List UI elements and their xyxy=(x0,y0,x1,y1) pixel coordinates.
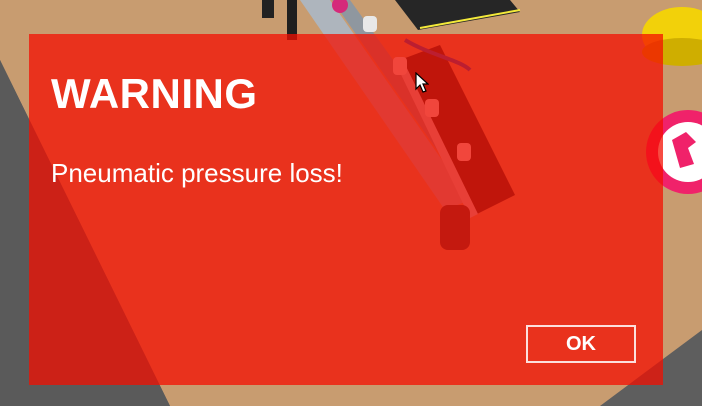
ok-button[interactable]: OK xyxy=(526,325,636,363)
dialog-message: Pneumatic pressure loss! xyxy=(51,158,343,188)
mouse-pointer-icon xyxy=(415,72,429,93)
dialog-title: WARNING xyxy=(51,70,258,117)
warning-dialog: WARNING Pneumatic pressure loss! OK xyxy=(29,34,663,385)
